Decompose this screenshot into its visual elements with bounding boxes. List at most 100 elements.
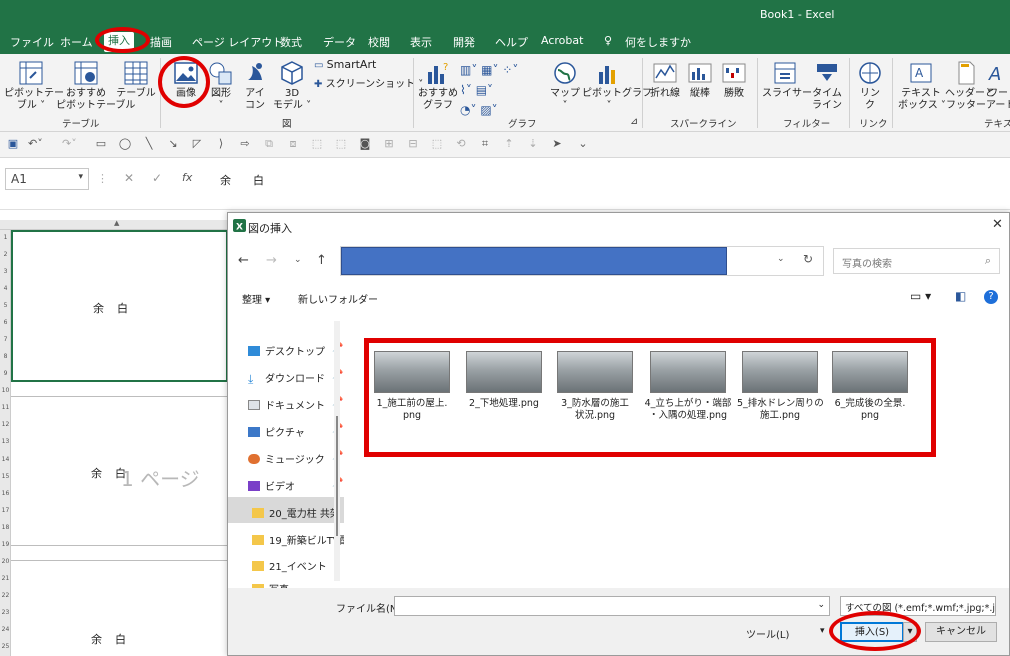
pie-chart-icon[interactable]: ◔˅	[460, 103, 476, 117]
tab-home[interactable]: ホーム	[60, 34, 93, 50]
row-number[interactable]: 4	[0, 285, 11, 292]
row-header[interactable]: 1 2 3 4 5 6 7 8 9 10 11 12 13 14 15 16 17 18 19 20 21 22 23 24 2…	[0, 230, 11, 656]
row-number[interactable]: 19	[0, 541, 11, 548]
tab-review[interactable]: 校閲	[368, 34, 390, 50]
bring-forward-icon[interactable]: ⬚	[430, 138, 444, 150]
preview-pane-icon[interactable]: ◧	[955, 289, 966, 303]
tab-acrobat[interactable]: Acrobat	[541, 34, 583, 47]
cancel-entry-icon[interactable]: ✕	[124, 171, 134, 185]
timeline-button[interactable]: タイム ライン	[810, 60, 844, 112]
shapes-button[interactable]: 図形 ˅	[206, 60, 236, 112]
row-number[interactable]: 21	[0, 575, 11, 582]
row-number[interactable]: 10	[0, 387, 11, 394]
help-icon[interactable]: ?	[984, 290, 998, 304]
sparkline-winloss-button[interactable]: 勝敗	[718, 60, 750, 100]
screenshot-button[interactable]: ✚ スクリーンショット ˅	[314, 79, 423, 91]
oval-shape-icon[interactable]: ◯	[118, 138, 132, 150]
bracket-shape-icon[interactable]: ⟩	[214, 138, 228, 150]
nav-item-pictures[interactable]: ピクチャ📌	[248, 424, 343, 439]
row-number[interactable]: 17	[0, 507, 11, 514]
tools-menu[interactable]: ツール(L)	[746, 626, 789, 641]
recommended-charts-button[interactable]: ? おすすめ グラフ	[418, 60, 458, 112]
align-icon[interactable]: ⊞	[382, 138, 396, 150]
icons-button[interactable]: アイ コン	[240, 60, 270, 112]
move-up-icon[interactable]: ⇡	[502, 138, 516, 150]
close-icon[interactable]: ✕	[992, 217, 1003, 232]
move-down-icon[interactable]: ⇣	[526, 138, 540, 150]
tab-formulas[interactable]: 数式	[280, 34, 302, 50]
address-bar[interactable]: ⌄ ↻	[340, 246, 824, 276]
group-objects-icon[interactable]: ⧉	[262, 138, 276, 150]
tab-developer[interactable]: 開発	[453, 34, 475, 50]
rectangle-shape-icon[interactable]: ▭	[94, 138, 108, 150]
worksheet[interactable]: ▲ 1 2 3 4 5 6 7 8 9 10 11 12 13 14 15 16 17 18 19 20 21 22 23 2…	[0, 210, 228, 656]
row-number[interactable]: 13	[0, 438, 11, 445]
nav-item-downloads[interactable]: ⤓ダウンロード📌	[248, 370, 343, 385]
maps-button[interactable]: マップ ˅	[550, 60, 580, 112]
nav-item-documents[interactable]: ドキュメント📌	[248, 397, 343, 412]
row-number[interactable]: 18	[0, 524, 11, 531]
save-icon[interactable]: ▣	[6, 138, 20, 150]
cancel-button[interactable]: キャンセル	[925, 622, 997, 642]
hierarchy-chart-icon[interactable]: ▦˅	[481, 63, 498, 77]
nav-scrollbar[interactable]	[334, 321, 340, 581]
row-number[interactable]: 24	[0, 626, 11, 633]
row-number[interactable]: 15	[0, 473, 11, 480]
customize-qat-icon[interactable]: ⌄	[576, 138, 590, 150]
search-icon[interactable]: ⌕	[985, 254, 991, 268]
pivot-table-button[interactable]: ピボットテー ブル ˅	[4, 60, 64, 112]
combo-chart-icon[interactable]: ▨˅	[480, 103, 497, 117]
nav-item-video[interactable]: ビデオ📌	[248, 478, 343, 493]
tell-me-search[interactable]: 何をしますか	[625, 34, 691, 50]
new-folder-button[interactable]: 新しいフォルダー	[298, 291, 378, 306]
nav-item-desktop[interactable]: デスクトップ📌	[248, 343, 343, 358]
link-button[interactable]: リン ク	[855, 60, 885, 112]
refresh-icon[interactable]: ↻	[803, 252, 813, 266]
row-number[interactable]: 1	[0, 234, 11, 241]
row-number[interactable]: 9	[0, 370, 11, 377]
chevron-down-icon[interactable]: ⌄	[817, 600, 825, 610]
ungroup-icon[interactable]: ⧈	[286, 138, 300, 150]
chart-type-buttons[interactable]: ▥˅ ▦˅ ⁘˅ ⌇˅ ▤˅ ◔˅ ▨˅	[460, 60, 550, 120]
insert-function-icon[interactable]: fx	[182, 171, 192, 184]
rotate-icon[interactable]: ⟲	[454, 138, 468, 150]
row-number[interactable]: 25	[0, 643, 11, 650]
nav-item-folder-selected[interactable]: 20_電力柱 共架	[228, 497, 344, 523]
block-arrow-icon[interactable]: ⇨	[238, 138, 252, 150]
statistic-chart-icon[interactable]: ▤˅	[476, 83, 493, 97]
tab-file[interactable]: ファイル	[10, 34, 54, 50]
selected-cell-a1[interactable]: 余 白	[11, 230, 228, 382]
freeform-shape-icon[interactable]: ◸	[190, 138, 204, 150]
nav-item-folder[interactable]: 21_イベント	[252, 558, 327, 573]
header-footer-button[interactable]: ヘッダーと フッター	[945, 60, 995, 112]
page-footer[interactable]: 余 白	[11, 560, 228, 656]
tab-data[interactable]: データ	[323, 34, 356, 50]
name-box[interactable]: A1 ▾	[5, 168, 89, 190]
crop-icon[interactable]: ⌗	[478, 138, 492, 150]
nav-scrollbar-thumb[interactable]	[336, 416, 338, 536]
row-number[interactable]: 11	[0, 404, 11, 411]
slicer-button[interactable]: スライサー	[762, 60, 812, 100]
tab-page-layout[interactable]: ページ レイアウト	[192, 34, 283, 50]
forward-arrow-icon[interactable]: →	[266, 253, 277, 268]
nav-item-folder[interactable]: 19_新築ビルTV配	[252, 532, 344, 547]
scatter-chart-icon[interactable]: ⁘˅	[502, 63, 518, 77]
row-number[interactable]: 20	[0, 558, 11, 565]
nav-item-folder[interactable]: 写真	[252, 581, 289, 588]
row-number[interactable]: 7	[0, 336, 11, 343]
row-number[interactable]: 23	[0, 609, 11, 616]
sparkline-column-button[interactable]: 縦棒	[684, 60, 716, 100]
line-chart-icon[interactable]: ⌇˅	[460, 83, 472, 97]
distribute-icon[interactable]: ⊟	[406, 138, 420, 150]
smartart-button[interactable]: ▭ SmartArt	[314, 59, 376, 72]
row-number[interactable]: 16	[0, 490, 11, 497]
recommended-pivot-button[interactable]: おすすめ ピボットテーブル	[56, 60, 135, 112]
row-number[interactable]: 5	[0, 302, 11, 309]
address-history-icon[interactable]: ⌄	[777, 254, 785, 264]
formula-content[interactable]: 余 白	[220, 172, 264, 188]
row-number[interactable]: 6	[0, 319, 11, 326]
row-number[interactable]: 8	[0, 353, 11, 360]
chevron-down-icon[interactable]: ▾	[820, 626, 825, 636]
row-number[interactable]: 12	[0, 421, 11, 428]
select-objects-icon[interactable]: ⬚	[310, 138, 324, 150]
